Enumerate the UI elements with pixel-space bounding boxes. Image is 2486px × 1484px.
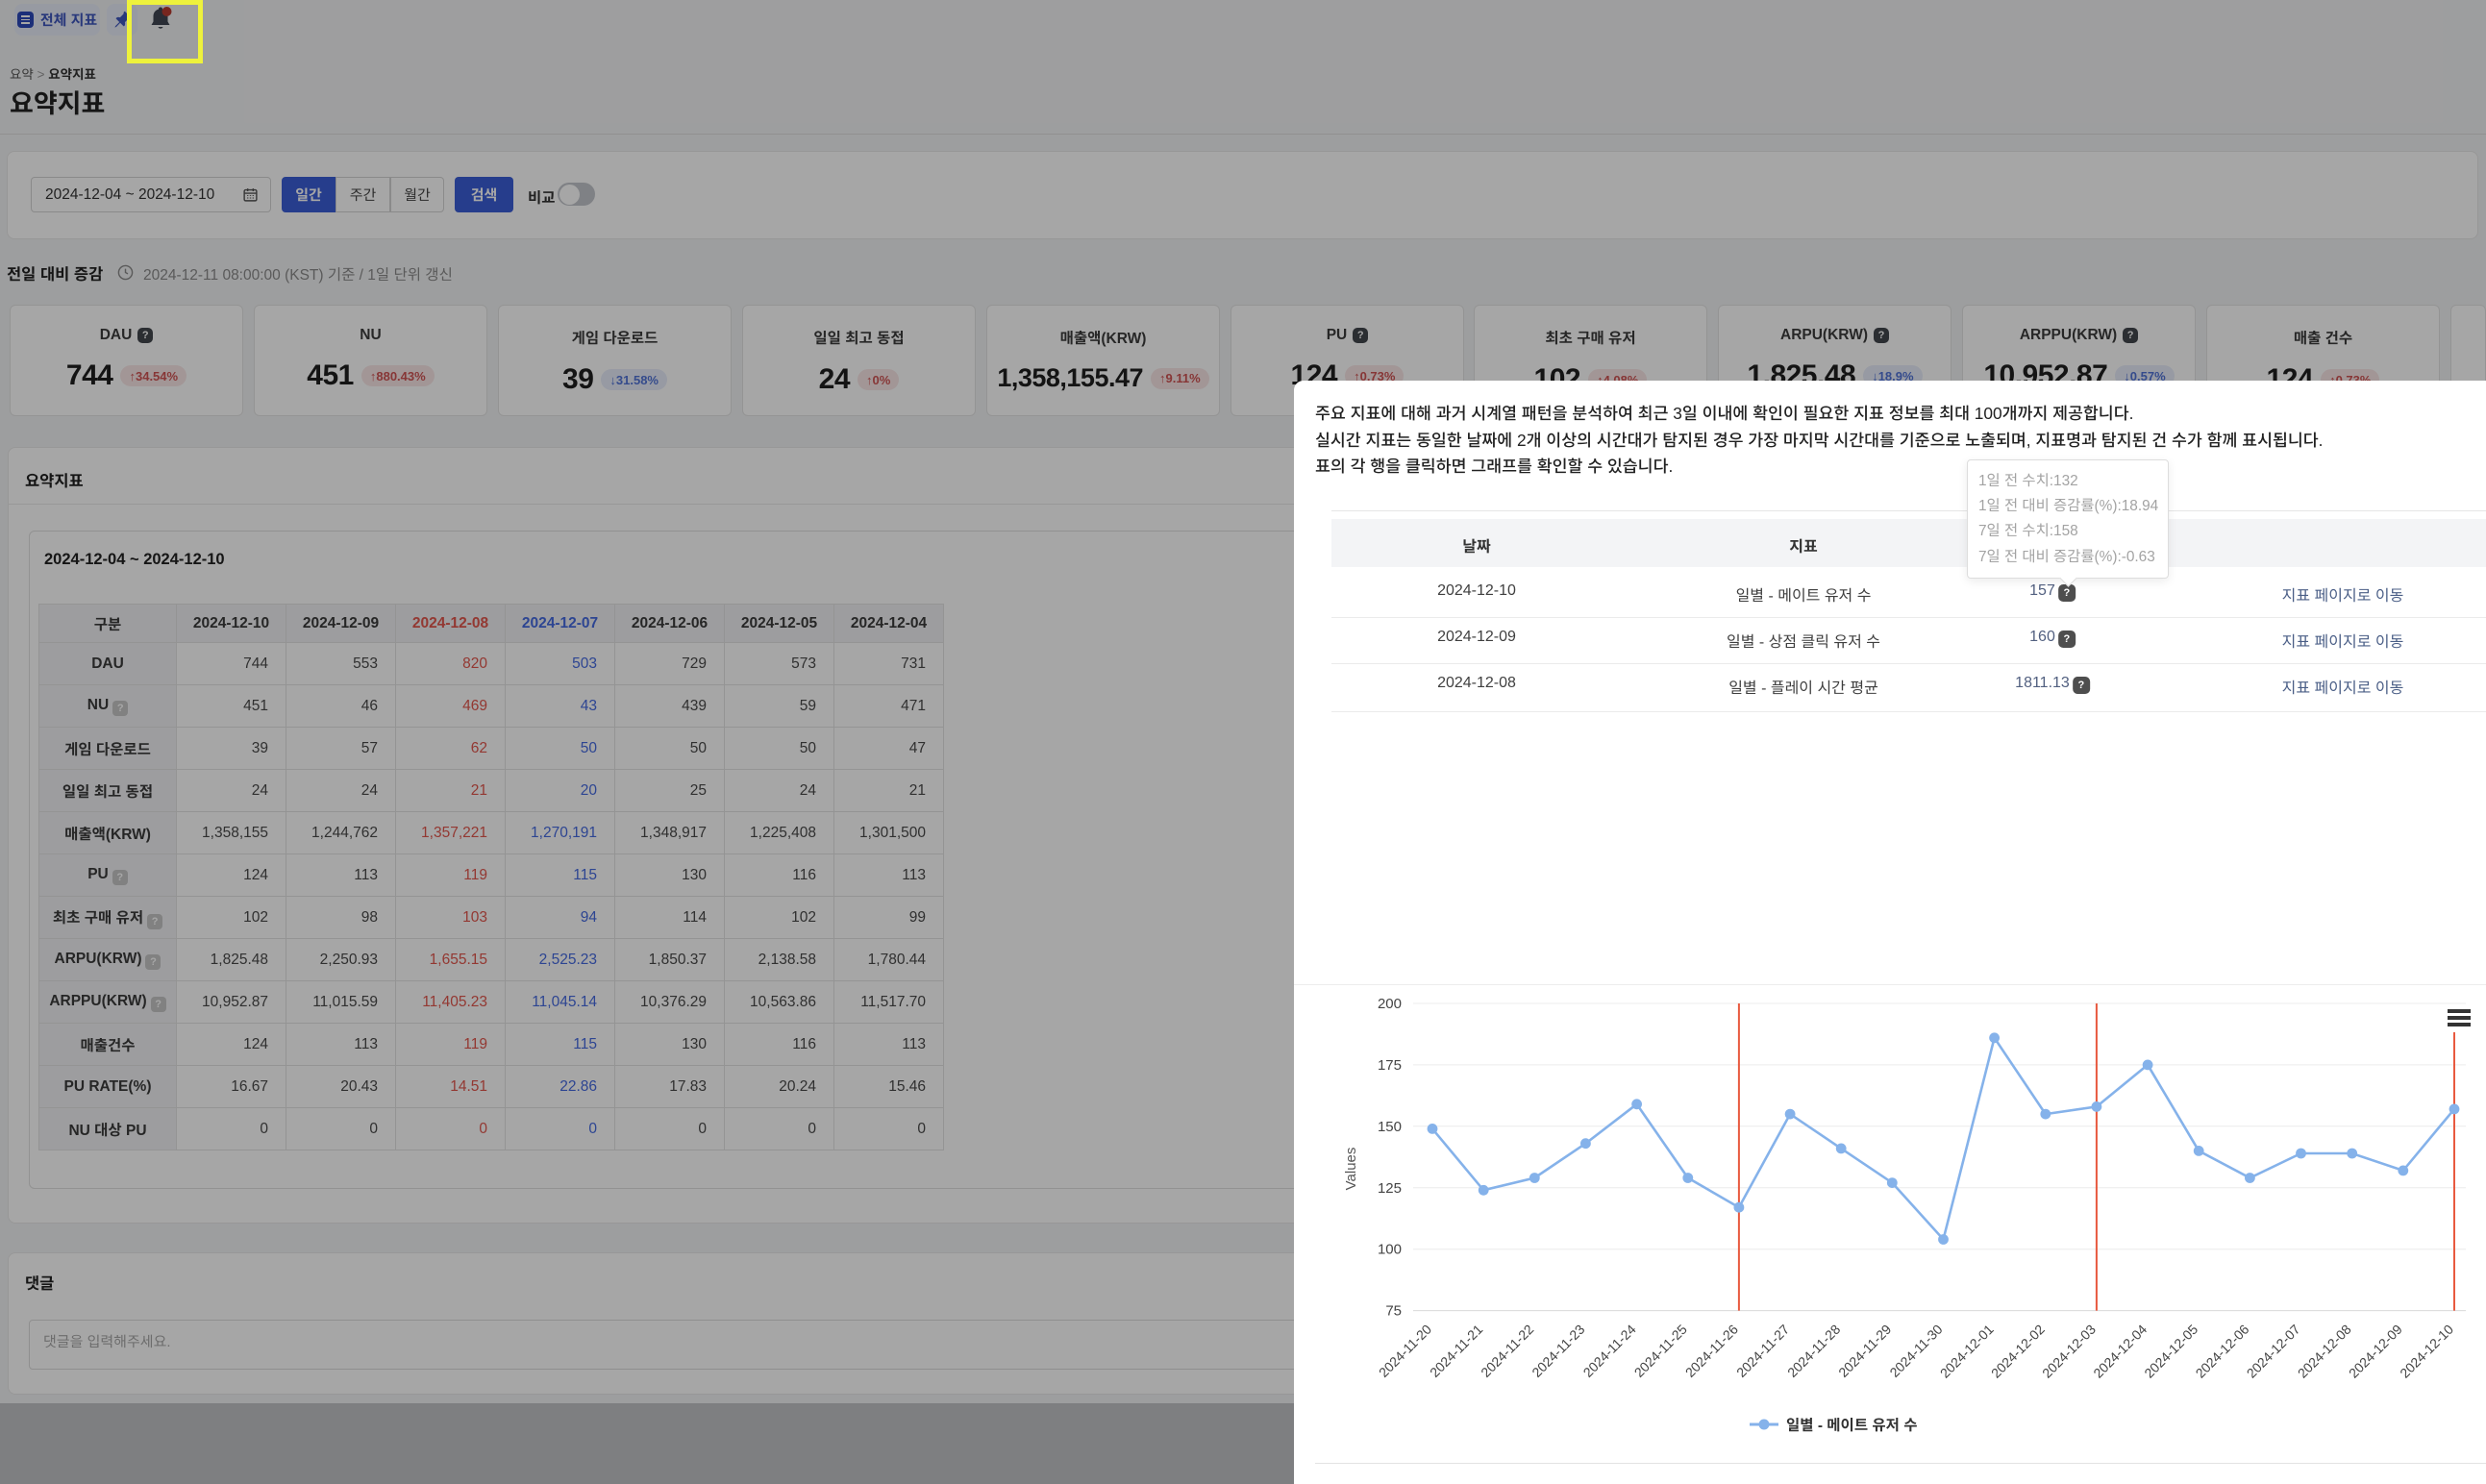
svg-text:2024-11-30: 2024-11-30 [1886,1322,1945,1380]
svg-text:2024-11-27: 2024-11-27 [1733,1322,1792,1380]
svg-text:2024-11-21: 2024-11-21 [1427,1322,1485,1380]
svg-text:2024-11-23: 2024-11-23 [1529,1322,1587,1380]
svg-text:2024-11-26: 2024-11-26 [1682,1322,1741,1380]
svg-text:100: 100 [1378,1242,1402,1258]
svg-text:2024-12-10: 2024-12-10 [2397,1322,2456,1381]
svg-text:2024-11-28: 2024-11-28 [1784,1322,1843,1380]
svg-text:125: 125 [1378,1180,1402,1197]
svg-text:2024-12-05: 2024-12-05 [2141,1322,2200,1381]
svg-text:2024-11-22: 2024-11-22 [1478,1322,1536,1380]
svg-text:2024-12-04: 2024-12-04 [2090,1322,2150,1381]
svg-text:2024-11-29: 2024-11-29 [1835,1322,1894,1380]
svg-text:2024-12-09: 2024-12-09 [2346,1322,2405,1381]
svg-text:2024-11-24: 2024-11-24 [1580,1322,1639,1380]
svg-text:200: 200 [1378,996,1402,1012]
svg-text:175: 175 [1378,1057,1402,1074]
svg-text:2024-11-25: 2024-11-25 [1631,1322,1690,1380]
svg-text:2024-12-02: 2024-12-02 [1988,1322,2048,1381]
svg-text:Values: Values [1343,1148,1359,1191]
svg-text:2024-12-03: 2024-12-03 [2039,1322,2099,1381]
svg-text:2024-12-08: 2024-12-08 [2295,1322,2354,1381]
svg-text:150: 150 [1378,1119,1402,1135]
svg-text:75: 75 [1385,1303,1402,1320]
svg-text:2024-12-07: 2024-12-07 [2244,1322,2303,1381]
svg-text:일별 - 메이트 유저 수: 일별 - 메이트 유저 수 [1786,1418,1917,1434]
svg-text:2024-12-01: 2024-12-01 [1937,1322,1997,1381]
svg-text:2024-11-20: 2024-11-20 [1376,1322,1434,1380]
svg-text:2024-12-06: 2024-12-06 [2193,1322,2252,1381]
